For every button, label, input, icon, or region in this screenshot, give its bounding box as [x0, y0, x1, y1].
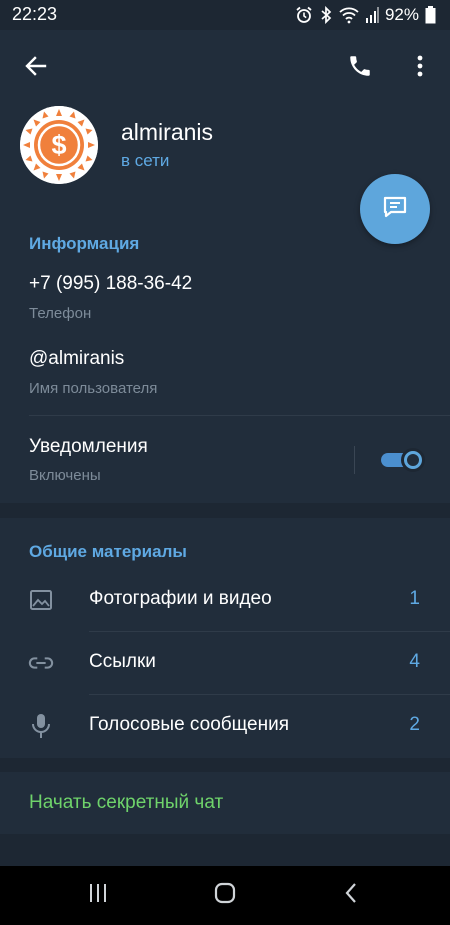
bluetooth-icon: [319, 6, 333, 24]
notifications-toggle[interactable]: [381, 448, 425, 472]
notifications-value: Уведомления: [29, 436, 148, 457]
more-options-button[interactable]: [404, 50, 436, 86]
back-nav-icon: [343, 881, 359, 910]
status-time: 22:23: [12, 4, 58, 24]
microphone-icon: [28, 713, 54, 739]
recent-apps-button[interactable]: [58, 866, 138, 925]
toggle-separator: [354, 446, 355, 474]
status-icons: 92%: [295, 5, 436, 25]
phone-icon: [347, 53, 373, 84]
back-button[interactable]: [18, 50, 54, 86]
shared-item-label: Фотографии и видео: [89, 588, 272, 609]
toggle-knob: [401, 448, 425, 472]
phone-label: Телефон: [29, 305, 92, 322]
battery-icon: [425, 6, 436, 24]
notifications-label: Включены: [29, 467, 101, 484]
shared-item-photos[interactable]: Фотографии и видео 1: [0, 569, 450, 631]
secret-chat-row[interactable]: Начать секретный чат: [0, 772, 450, 834]
battery-percent: 92%: [384, 5, 419, 24]
status-bar: 22:23 92%: [0, 0, 450, 30]
contact-name: almiranis: [121, 119, 214, 145]
info-section: Информация +7 (995) 188-36-42 Телефон @a…: [0, 212, 450, 503]
signal-icon: [365, 6, 379, 24]
shared-item-label: Ссылки: [89, 651, 156, 672]
shared-item-count: 2: [409, 714, 420, 735]
dollar-coin-icon: $: [20, 106, 98, 184]
avatar[interactable]: $: [20, 106, 98, 184]
home-icon: [213, 881, 237, 910]
recent-apps-icon: [87, 882, 109, 909]
message-button[interactable]: [360, 174, 430, 244]
divider: [29, 415, 450, 416]
shared-item-count: 4: [409, 651, 420, 672]
username-value: @almiranis: [29, 348, 125, 369]
username-label: Имя пользователя: [29, 380, 158, 397]
arrow-left-icon: [24, 54, 48, 83]
shared-media-section: Общие материалы Фотографии и видео 1 Ссы…: [0, 518, 450, 758]
contact-status: в сети: [121, 151, 170, 170]
svg-text:$: $: [51, 130, 66, 160]
call-button[interactable]: [342, 50, 378, 86]
wifi-icon: [339, 6, 359, 24]
more-vertical-icon: [416, 54, 424, 83]
shared-item-links[interactable]: Ссылки 4: [0, 632, 450, 694]
shared-item-voice[interactable]: Голосовые сообщения 2: [0, 695, 450, 757]
home-button[interactable]: [185, 866, 265, 925]
info-section-title: Информация: [29, 234, 140, 253]
image-icon: [28, 587, 54, 613]
message-icon: [381, 193, 409, 226]
shared-item-label: Голосовые сообщения: [89, 714, 290, 735]
back-nav-button[interactable]: [311, 866, 391, 925]
system-navbar: [0, 866, 450, 925]
shared-item-count: 1: [409, 588, 420, 609]
secret-chat-label: Начать секретный чат: [29, 792, 224, 813]
shared-section-title: Общие материалы: [29, 542, 187, 561]
link-icon: [28, 650, 54, 676]
alarm-icon: [295, 6, 313, 24]
phone-value: +7 (995) 188-36-42: [29, 273, 193, 294]
